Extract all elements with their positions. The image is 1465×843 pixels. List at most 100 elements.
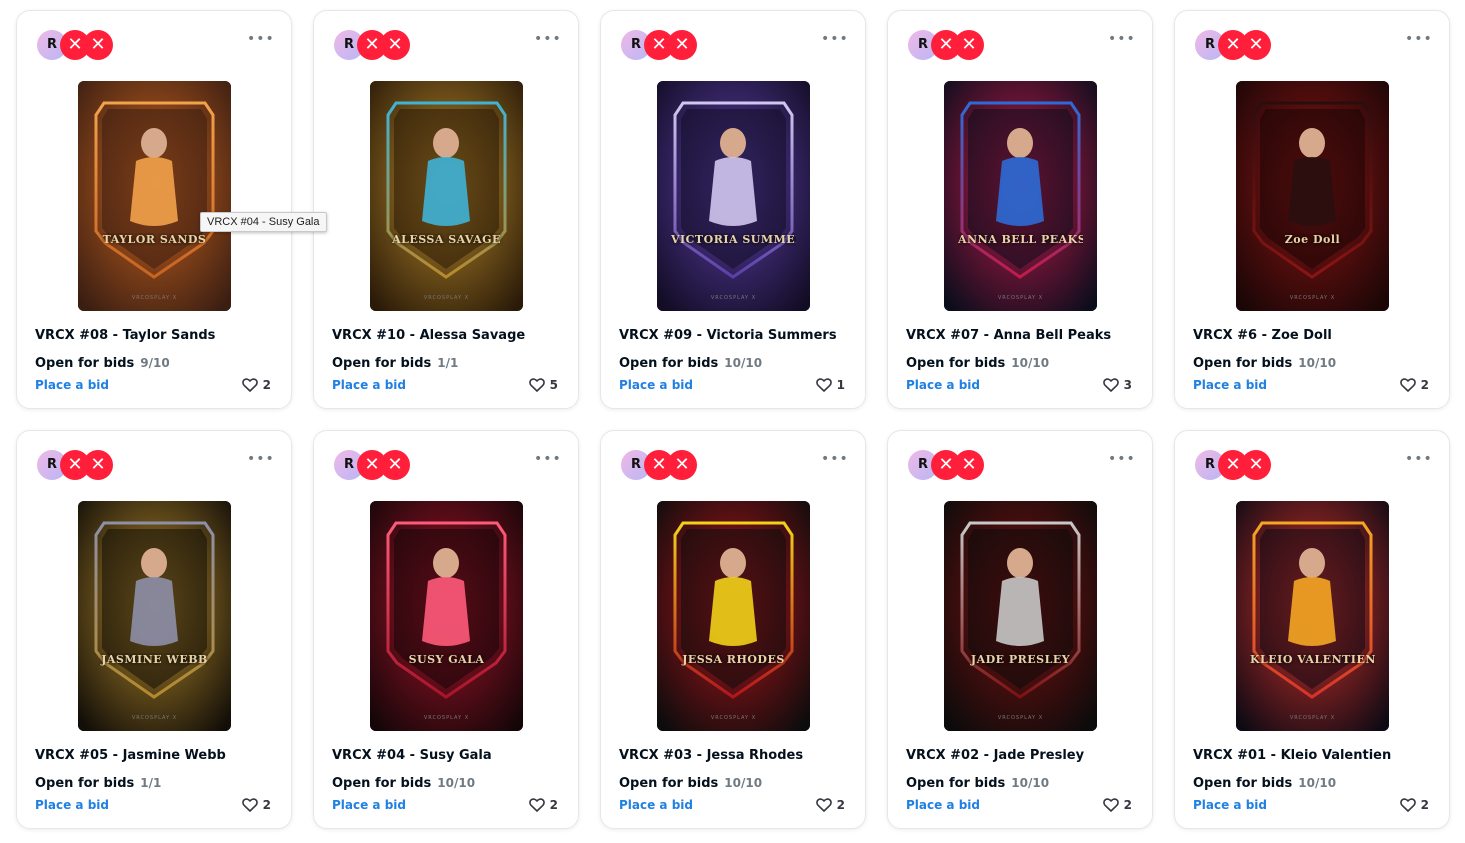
nft-artwork[interactable]: Zoe Doll VRCOSPLAY X bbox=[1236, 81, 1389, 311]
favorite-button[interactable]: 3 bbox=[1102, 376, 1132, 394]
nft-title[interactable]: VRCX #10 - Alessa Savage bbox=[332, 328, 525, 343]
favorite-button[interactable]: 2 bbox=[528, 796, 558, 814]
nft-title[interactable]: VRCX #01 - Kleio Valentien bbox=[1193, 748, 1391, 763]
heart-icon bbox=[1102, 798, 1119, 812]
nft-artwork[interactable]: VICTORIA SUMMERS VRCOSPLAY X bbox=[657, 81, 810, 311]
favorite-button[interactable]: 2 bbox=[1102, 796, 1132, 814]
favorite-count: 3 bbox=[1123, 378, 1132, 392]
more-options-icon[interactable]: ••• bbox=[1108, 452, 1135, 467]
artwork-brand-mark: VRCOSPLAY X bbox=[710, 295, 757, 301]
collection-avatar[interactable]: R ✕ ✕ bbox=[621, 449, 703, 481]
x-logo-icon: ✕ bbox=[83, 450, 113, 480]
more-options-icon[interactable]: ••• bbox=[534, 32, 561, 47]
x-logo-icon: ✕ bbox=[954, 450, 984, 480]
x-logo-icon: ✕ bbox=[380, 450, 410, 480]
nft-card[interactable]: R ✕ ✕ ••• bbox=[1174, 430, 1450, 829]
favorite-button[interactable]: 1 bbox=[815, 376, 845, 394]
nft-card[interactable]: R ✕ ✕ ••• bbox=[16, 10, 292, 409]
nft-title[interactable]: VRCX #07 - Anna Bell Peaks bbox=[906, 328, 1111, 343]
nft-artwork[interactable]: JESSA RHODES VRCOSPLAY X bbox=[657, 501, 810, 731]
place-bid-link[interactable]: Place a bid bbox=[906, 798, 980, 812]
more-options-icon[interactable]: ••• bbox=[247, 32, 274, 47]
more-options-icon[interactable]: ••• bbox=[821, 452, 848, 467]
artwork-brand-mark: VRCOSPLAY X bbox=[997, 715, 1044, 721]
collection-avatar[interactable]: R ✕ ✕ bbox=[37, 29, 119, 61]
more-options-icon[interactable]: ••• bbox=[247, 452, 274, 467]
nft-card[interactable]: R ✕ ✕ ••• bbox=[313, 10, 579, 409]
more-options-icon[interactable]: ••• bbox=[821, 32, 848, 47]
nft-title[interactable]: VRCX #05 - Jasmine Webb bbox=[35, 748, 226, 763]
favorite-button[interactable]: 2 bbox=[241, 376, 271, 394]
edition-count: 10/10 bbox=[1298, 776, 1337, 790]
more-options-icon[interactable]: ••• bbox=[1108, 32, 1135, 47]
nft-artwork[interactable]: ANNA BELL PEAKS VRCOSPLAY X bbox=[944, 81, 1097, 311]
favorite-button[interactable]: 2 bbox=[241, 796, 271, 814]
favorite-count: 2 bbox=[549, 798, 558, 812]
place-bid-link[interactable]: Place a bid bbox=[332, 798, 406, 812]
edition-count: 10/10 bbox=[437, 776, 476, 790]
heart-icon bbox=[1399, 378, 1416, 392]
nft-title[interactable]: VRCX #09 - Victoria Summers bbox=[619, 328, 837, 343]
place-bid-link[interactable]: Place a bid bbox=[1193, 798, 1267, 812]
artwork-brand-mark: VRCOSPLAY X bbox=[1289, 715, 1336, 721]
place-bid-link[interactable]: Place a bid bbox=[906, 378, 980, 392]
more-options-icon[interactable]: ••• bbox=[1405, 452, 1432, 467]
edition-count: 1/1 bbox=[140, 776, 162, 790]
favorite-button[interactable]: 2 bbox=[1399, 796, 1429, 814]
nft-artwork[interactable]: ALESSA SAVAGE VRCOSPLAY X bbox=[370, 81, 523, 311]
nft-title[interactable]: VRCX #08 - Taylor Sands bbox=[35, 328, 215, 343]
artwork-graphic bbox=[78, 81, 231, 311]
heart-icon bbox=[1399, 798, 1416, 812]
edition-count: 10/10 bbox=[724, 776, 763, 790]
place-bid-link[interactable]: Place a bid bbox=[1193, 378, 1267, 392]
nft-card[interactable]: R ✕ ✕ ••• bbox=[16, 430, 292, 829]
favorite-button[interactable]: 2 bbox=[1399, 376, 1429, 394]
more-options-icon[interactable]: ••• bbox=[1405, 32, 1432, 47]
place-bid-link[interactable]: Place a bid bbox=[332, 378, 406, 392]
artwork-name-text: SUSY GALA bbox=[408, 653, 485, 666]
nft-title[interactable]: VRCX #04 - Susy Gala bbox=[332, 748, 492, 763]
favorite-count: 2 bbox=[1123, 798, 1132, 812]
nft-card[interactable]: R ✕ ✕ ••• bbox=[600, 430, 866, 829]
heart-icon bbox=[528, 378, 545, 392]
nft-card[interactable]: R ✕ ✕ ••• bbox=[887, 10, 1153, 409]
favorite-count: 1 bbox=[836, 378, 845, 392]
place-bid-link[interactable]: Place a bid bbox=[619, 798, 693, 812]
collection-avatar[interactable]: R ✕ ✕ bbox=[908, 29, 990, 61]
more-options-icon[interactable]: ••• bbox=[534, 452, 561, 467]
collection-avatar[interactable]: R ✕ ✕ bbox=[334, 449, 416, 481]
status-label: Open for bids bbox=[1193, 356, 1293, 371]
collection-avatar[interactable]: R ✕ ✕ bbox=[334, 29, 416, 61]
sale-status: Open for bids 10/10 bbox=[1193, 776, 1336, 791]
place-bid-link[interactable]: Place a bid bbox=[35, 798, 109, 812]
collection-avatar[interactable]: R ✕ ✕ bbox=[621, 29, 703, 61]
collection-avatar[interactable]: R ✕ ✕ bbox=[908, 449, 990, 481]
favorite-count: 2 bbox=[262, 378, 271, 392]
favorite-button[interactable]: 5 bbox=[528, 376, 558, 394]
status-label: Open for bids bbox=[35, 776, 135, 791]
collection-avatar[interactable]: R ✕ ✕ bbox=[1195, 449, 1277, 481]
collection-avatar[interactable]: R ✕ ✕ bbox=[37, 449, 119, 481]
artwork-graphic bbox=[944, 81, 1097, 311]
nft-card[interactable]: R ✕ ✕ ••• bbox=[313, 430, 579, 829]
place-bid-link[interactable]: Place a bid bbox=[619, 378, 693, 392]
collection-avatar[interactable]: R ✕ ✕ bbox=[1195, 29, 1277, 61]
artwork-graphic bbox=[1236, 501, 1389, 731]
nft-title[interactable]: VRCX #03 - Jessa Rhodes bbox=[619, 748, 803, 763]
hover-tooltip: VRCX #04 - Susy Gala bbox=[200, 212, 327, 232]
nft-card[interactable]: R ✕ ✕ ••• bbox=[887, 430, 1153, 829]
nft-artwork[interactable]: JADE PRESLEY VRCOSPLAY X bbox=[944, 501, 1097, 731]
nft-card[interactable]: R ✕ ✕ ••• bbox=[1174, 10, 1450, 409]
sale-status: Open for bids 10/10 bbox=[619, 776, 762, 791]
artwork-name-text: JADE PRESLEY bbox=[970, 653, 1071, 666]
nft-card[interactable]: R ✕ ✕ ••• bbox=[600, 10, 866, 409]
nft-title[interactable]: VRCX #02 - Jade Presley bbox=[906, 748, 1084, 763]
nft-artwork[interactable]: KLEIO VALENTIEN VRCOSPLAY X bbox=[1236, 501, 1389, 731]
nft-artwork[interactable]: JASMINE WEBB VRCOSPLAY X bbox=[78, 501, 231, 731]
artwork-name-text: JASMINE WEBB bbox=[101, 653, 208, 666]
nft-artwork[interactable]: SUSY GALA VRCOSPLAY X bbox=[370, 501, 523, 731]
nft-title[interactable]: VRCX #6 - Zoe Doll bbox=[1193, 328, 1332, 343]
place-bid-link[interactable]: Place a bid bbox=[35, 378, 109, 392]
nft-artwork[interactable]: TAYLOR SANDS VRCOSPLAY X bbox=[78, 81, 231, 311]
favorite-button[interactable]: 2 bbox=[815, 796, 845, 814]
